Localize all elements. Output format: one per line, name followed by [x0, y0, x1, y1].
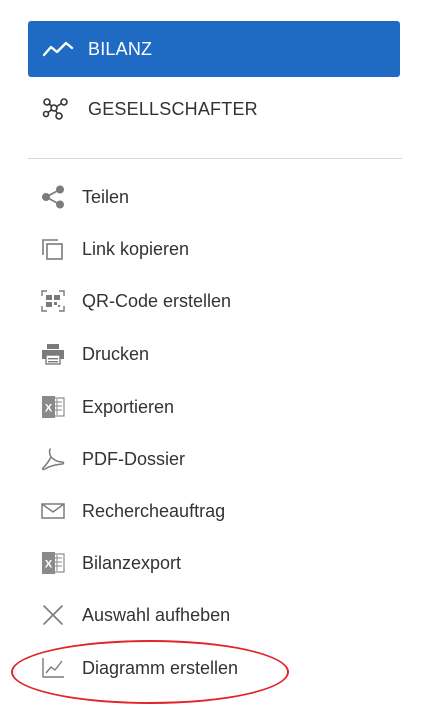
- pdf-icon: [40, 447, 74, 471]
- printer-icon: [40, 342, 74, 366]
- menu-label: Auswahl aufheben: [82, 604, 231, 625]
- trend-line-icon: [42, 37, 74, 61]
- excel-icon: X: [40, 551, 74, 575]
- menu-item-link-kopieren[interactable]: Link kopieren: [40, 231, 189, 267]
- excel-icon: X: [40, 395, 74, 419]
- menu-item-pdf-dossier[interactable]: PDF-Dossier: [40, 441, 185, 477]
- svg-text:X: X: [45, 559, 53, 571]
- nav-label-gesellschafter: GESELLSCHAFTER: [88, 98, 258, 119]
- menu-label: PDF-Dossier: [82, 448, 186, 469]
- close-icon: [40, 603, 74, 627]
- menu-label: Drucken: [82, 343, 150, 364]
- nav-item-gesellschafter[interactable]: GESELLSCHAFTER: [28, 81, 400, 137]
- menu-item-auswahl-aufheben[interactable]: Auswahl aufheben: [40, 597, 230, 633]
- nav-label-bilanz: BILANZ: [88, 38, 153, 59]
- envelope-icon: [40, 499, 74, 523]
- menu-label: Exportieren: [82, 396, 175, 417]
- menu-label: Rechercheauftrag: [82, 500, 226, 521]
- menu-label: Teilen: [82, 186, 130, 207]
- divider: [28, 158, 402, 159]
- chart-icon: [40, 656, 74, 680]
- menu-item-exportieren[interactable]: X Exportieren: [40, 389, 174, 425]
- menu-label: Diagramm erstellen: [82, 657, 239, 678]
- menu-item-rechercheauftrag[interactable]: Rechercheauftrag: [40, 493, 225, 529]
- menu-item-diagramm-erstellen[interactable]: Diagramm erstellen: [40, 650, 238, 686]
- network-graph-icon: [42, 97, 74, 121]
- menu-label: Bilanzexport: [82, 552, 182, 573]
- nav-item-bilanz[interactable]: BILANZ: [28, 21, 400, 77]
- menu-label: QR-Code erstellen: [82, 290, 232, 311]
- menu-item-qr-code[interactable]: QR-Code erstellen: [40, 283, 231, 319]
- copy-icon: [40, 237, 74, 261]
- menu-item-bilanzexport[interactable]: X Bilanzexport: [40, 545, 181, 581]
- svg-text:X: X: [45, 403, 53, 415]
- menu-label: Link kopieren: [82, 238, 190, 259]
- menu-item-drucken[interactable]: Drucken: [40, 336, 149, 372]
- share-icon: [40, 185, 74, 209]
- qr-code-icon: [40, 289, 74, 313]
- menu-item-teilen[interactable]: Teilen: [40, 179, 129, 215]
